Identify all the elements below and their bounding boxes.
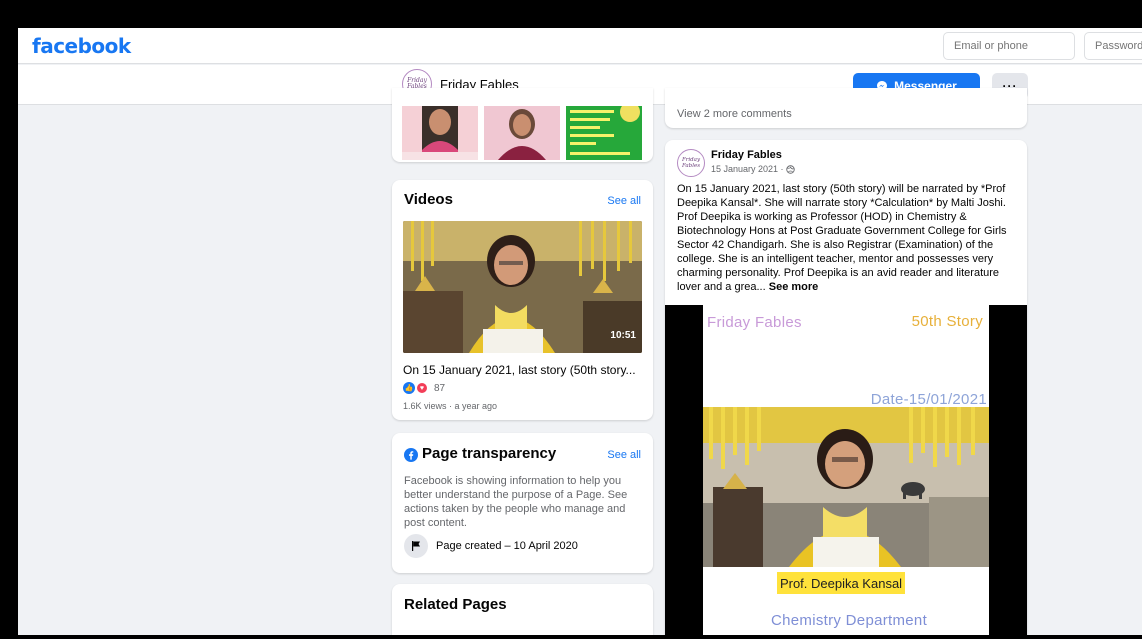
top-navigation: facebook <box>18 28 1142 64</box>
video-title[interactable]: On 15 January 2021, last story (50th sto… <box>403 363 636 377</box>
globe-icon <box>785 164 795 174</box>
view-more-comments-link[interactable]: View 2 more comments <box>677 108 792 120</box>
photo-thumbnail[interactable] <box>402 106 478 160</box>
page-created-date: Page created – 10 April 2020 <box>436 540 578 552</box>
page-transparency-heading: Page transparency <box>422 445 557 462</box>
poster-story-number: 50th Story <box>911 313 983 330</box>
video-reactions[interactable]: 👍 ♥ 87 <box>403 382 445 394</box>
narrator-department: Chemistry Department <box>771 612 928 629</box>
photo-thumbnail[interactable] <box>566 106 642 160</box>
reaction-count: 87 <box>434 382 446 394</box>
post-card: Friday Fables Friday Fables 15 January 2… <box>665 140 1027 635</box>
page-transparency-card: Page transparency See all Facebook is sh… <box>392 433 653 573</box>
videos-card: Videos See all 10:51 On 15 January 2021,… <box>392 180 653 420</box>
story-poster: Friday Fables 50th Story Date-15/01/2021 <box>703 305 989 635</box>
related-pages-heading: Related Pages <box>404 596 507 613</box>
transparency-see-all-link[interactable]: See all <box>607 449 641 461</box>
narrator-photo <box>703 407 989 567</box>
narrator-name-label: Prof. Deepika Kansal <box>777 572 905 594</box>
post-image[interactable]: Friday Fables 50th Story Date-15/01/2021 <box>665 305 1027 635</box>
transparency-description: Facebook is showing information to help … <box>404 475 628 529</box>
post-author-name[interactable]: Friday Fables <box>711 149 782 161</box>
facebook-logo[interactable]: facebook <box>32 34 131 58</box>
photos-card <box>392 88 653 162</box>
love-reaction-icon: ♥ <box>416 382 428 394</box>
facebook-round-icon <box>404 448 418 462</box>
video-meta: 1.6K views · a year ago <box>403 401 498 411</box>
password-input[interactable] <box>1084 32 1142 60</box>
videos-see-all-link[interactable]: See all <box>607 195 641 207</box>
browser-viewport: facebook Friday Fables Friday Fables Mes… <box>18 28 1142 635</box>
see-more-link[interactable]: See more <box>769 281 819 293</box>
previous-post-comments: View 2 more comments <box>665 88 1027 128</box>
post-body: On 15 January 2021, last story (50th sto… <box>677 182 1017 294</box>
related-pages-card: Related Pages <box>392 584 653 635</box>
post-date-text: 15 January 2021 · <box>711 164 784 174</box>
poster-date: Date-15/01/2021 <box>870 391 987 408</box>
video-duration: 10:51 <box>610 330 636 341</box>
like-reaction-icon: 👍 <box>403 382 415 394</box>
videos-heading: Videos <box>404 191 453 208</box>
post-text: On 15 January 2021, last story (50th sto… <box>677 183 1007 293</box>
post-author-avatar[interactable]: Friday Fables <box>677 149 705 177</box>
photo-thumbnail[interactable] <box>484 106 560 160</box>
video-thumbnail[interactable]: 10:51 <box>403 221 642 353</box>
narrator-name: Prof. Deepika Kansal <box>779 575 903 591</box>
email-input[interactable] <box>943 32 1075 60</box>
flag-icon <box>404 534 428 558</box>
poster-title: Friday Fables <box>707 314 802 331</box>
post-timestamp[interactable]: 15 January 2021 · <box>711 164 795 174</box>
